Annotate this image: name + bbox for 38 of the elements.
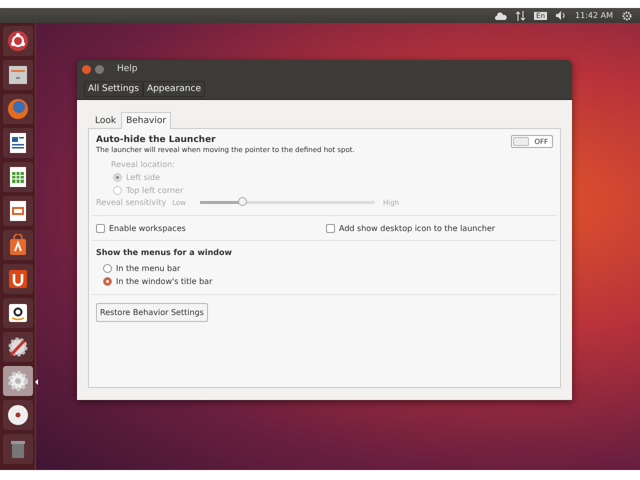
breadcrumb-button[interactable]: All Settings <box>84 80 143 96</box>
disc-icon <box>6 404 28 426</box>
tab[interactable]: Behavior <box>121 112 172 129</box>
breadcrumb-button[interactable]: Appearance <box>142 80 205 96</box>
launcher-item[interactable] <box>2 162 32 192</box>
restore-button[interactable]: Restore Behavior Settings <box>96 303 208 322</box>
ubuntu-logo-icon <box>6 30 28 52</box>
minimize-button[interactable] <box>95 64 104 74</box>
launcher-item[interactable] <box>2 298 32 328</box>
field-label: Reveal sensitivity <box>96 198 166 207</box>
gear-icon <box>6 370 28 392</box>
checkbox-option[interactable]: Add show desktop icon to the launcher <box>326 224 553 233</box>
launcher-item[interactable] <box>2 230 32 260</box>
launcher-item[interactable] <box>2 400 32 430</box>
cloud-icon[interactable] <box>495 12 508 20</box>
network-arrows-icon[interactable] <box>516 10 526 20</box>
tab[interactable]: Look <box>90 112 122 129</box>
window-title: Help <box>117 64 138 74</box>
gear-icon[interactable] <box>622 10 632 20</box>
clock[interactable]: 11:42 AM <box>575 11 613 20</box>
radio-option[interactable]: In the window's title bar <box>103 277 553 286</box>
launcher-item[interactable] <box>2 128 32 158</box>
wrench-gear-icon <box>6 336 28 358</box>
fox-globe-icon <box>6 98 28 120</box>
section-heading: Show the menus for a window <box>96 248 233 257</box>
radio-option[interactable]: In the menu bar <box>103 264 553 273</box>
close-button[interactable] <box>82 64 91 74</box>
field-label: Reveal location: <box>111 160 175 169</box>
launcher-item[interactable] <box>2 332 32 362</box>
launcher-item[interactable] <box>2 196 32 226</box>
speaker-icon[interactable] <box>556 11 566 20</box>
file-cabinet-icon <box>6 64 28 86</box>
shopping-icon <box>6 302 28 324</box>
section-heading: Auto-hide the Launcher <box>96 135 217 145</box>
launcher-item[interactable] <box>2 60 32 90</box>
launcher-item[interactable] <box>2 26 32 56</box>
launcher-item[interactable] <box>2 264 32 294</box>
checkbox-option[interactable]: Enable workspaces <box>96 224 326 233</box>
